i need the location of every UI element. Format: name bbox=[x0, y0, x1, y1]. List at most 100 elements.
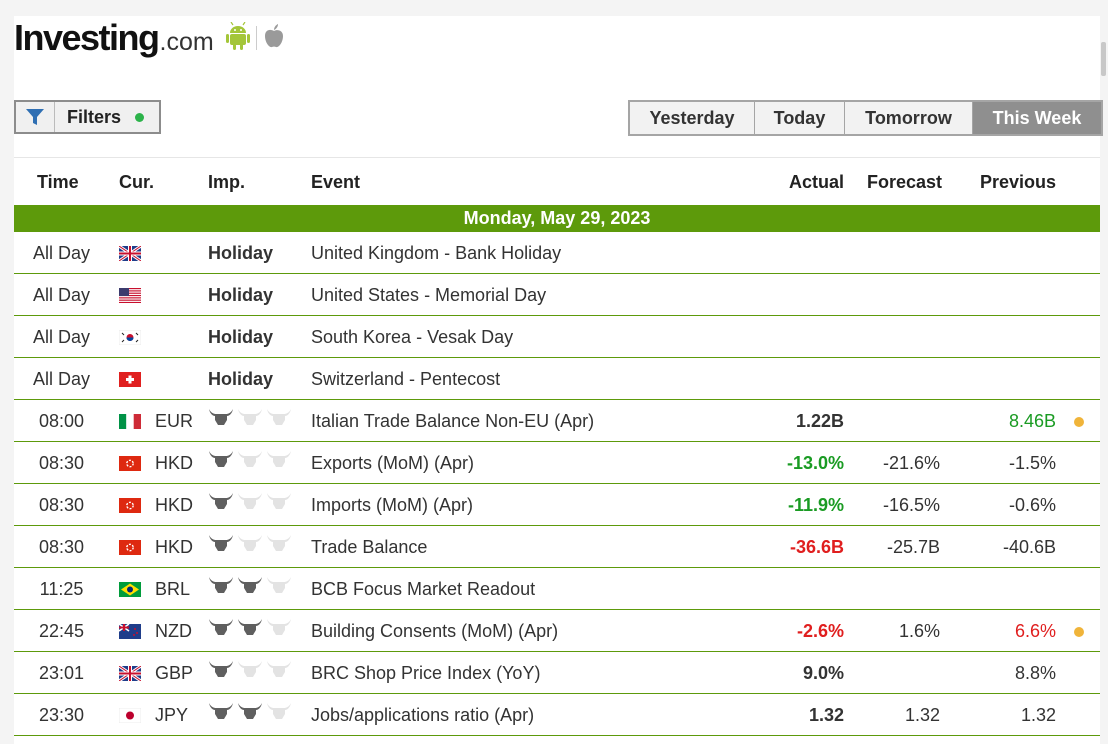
row-forecast: -25.7B bbox=[886, 537, 940, 557]
row-event[interactable]: Jobs/applications ratio (Apr) bbox=[311, 705, 534, 726]
revision-dot[interactable] bbox=[1074, 627, 1084, 637]
bull-icon bbox=[208, 701, 234, 726]
row-time: All Day bbox=[32, 327, 90, 347]
bull-icon bbox=[266, 533, 292, 558]
row-forecast: 1.6% bbox=[898, 621, 940, 641]
divider bbox=[255, 26, 257, 50]
row-currency: BRL bbox=[155, 579, 191, 599]
bull-icon bbox=[266, 491, 292, 516]
row-event[interactable]: BRC Shop Price Index (YoY) bbox=[311, 663, 540, 684]
funnel-icon bbox=[16, 102, 55, 132]
flag-us-icon bbox=[119, 287, 141, 308]
scrollbar[interactable] bbox=[1101, 42, 1106, 76]
table-row[interactable]: All Day Holiday Switzerland - Pentecost bbox=[14, 358, 1100, 400]
bull-icon bbox=[266, 449, 292, 474]
importance-rating bbox=[208, 533, 292, 558]
investing-logo[interactable]: Investing .com bbox=[14, 16, 285, 60]
row-event[interactable]: Exports (MoM) (Apr) bbox=[311, 453, 474, 474]
importance-rating bbox=[208, 575, 292, 600]
col-actual[interactable]: Actual bbox=[789, 172, 844, 193]
tab-tomorrow[interactable]: Tomorrow bbox=[845, 102, 973, 134]
table-row[interactable]: 08:00 EUR Italian Trade Balance Non-EU (Ap… bbox=[14, 400, 1100, 442]
row-previous: 8.8% bbox=[1014, 663, 1056, 683]
flag-hk-icon bbox=[119, 455, 141, 476]
filters-button[interactable]: Filters bbox=[14, 100, 161, 134]
row-event[interactable]: Trade Balance bbox=[311, 537, 427, 558]
row-forecast: -16.5% bbox=[882, 495, 940, 515]
tab-today[interactable]: Today bbox=[755, 102, 845, 134]
table-row[interactable]: 23:30 JPY Jobs/applications ratio (Apr) 1.3… bbox=[14, 694, 1100, 736]
col-currency[interactable]: Cur. bbox=[119, 172, 154, 193]
importance-rating bbox=[208, 617, 292, 642]
calendar-widget: Investing .com Filters Yesterday Today T… bbox=[14, 16, 1103, 744]
bull-icon bbox=[266, 701, 292, 726]
row-time: All Day bbox=[32, 285, 90, 305]
row-forecast: -21.6% bbox=[882, 453, 940, 473]
android-icon[interactable] bbox=[225, 21, 250, 55]
flag-kr-icon bbox=[118, 329, 142, 350]
row-previous: -0.6% bbox=[1008, 495, 1056, 515]
bull-icon bbox=[237, 449, 263, 474]
flag-br-icon bbox=[119, 581, 141, 602]
logo-suffix: .com bbox=[159, 27, 214, 56]
col-time[interactable]: Time bbox=[37, 172, 79, 193]
bull-icon bbox=[208, 659, 234, 684]
date-tabs: Yesterday Today Tomorrow This Week bbox=[628, 100, 1103, 136]
tab-this-week[interactable]: This Week bbox=[973, 102, 1101, 134]
table-row[interactable]: 22:45 NZD Building Consents (MoM) (Apr) -2.… bbox=[14, 610, 1100, 652]
bull-icon bbox=[237, 659, 263, 684]
row-time: 08:30 bbox=[38, 453, 85, 473]
bull-icon bbox=[208, 449, 234, 474]
table-row[interactable]: 11:25 BRL BCB Focus Market Readout bbox=[14, 568, 1100, 610]
row-actual: -2.6% bbox=[796, 621, 844, 641]
table-row[interactable]: All Day Holiday United States - Memorial D… bbox=[14, 274, 1100, 316]
importance-rating bbox=[208, 491, 292, 516]
row-actual: -13.0% bbox=[786, 453, 844, 473]
row-time: All Day bbox=[32, 369, 90, 389]
bull-icon bbox=[266, 575, 292, 600]
row-forecast: 1.32 bbox=[904, 705, 940, 725]
row-previous: 1.32 bbox=[1020, 705, 1056, 725]
logo-wordmark: Investing bbox=[14, 17, 160, 58]
row-event[interactable]: Italian Trade Balance Non-EU (Apr) bbox=[311, 411, 594, 432]
holiday-label: Holiday bbox=[208, 243, 274, 263]
table-row[interactable]: 08:30 HKD Exports (MoM) (Apr) -13.0% -21.6% -… bbox=[14, 442, 1100, 484]
revision-dot[interactable] bbox=[1074, 417, 1084, 427]
row-time: 23:01 bbox=[38, 663, 85, 683]
flag-hk-icon bbox=[119, 539, 141, 560]
row-actual: 1.22B bbox=[795, 411, 844, 431]
row-event[interactable]: BCB Focus Market Readout bbox=[311, 579, 535, 600]
bull-icon bbox=[237, 407, 263, 432]
col-importance[interactable]: Imp. bbox=[208, 172, 245, 193]
tab-yesterday[interactable]: Yesterday bbox=[630, 102, 755, 134]
bull-icon bbox=[266, 659, 292, 684]
flag-jp-icon bbox=[118, 707, 142, 728]
col-previous[interactable]: Previous bbox=[980, 172, 1056, 193]
apple-icon[interactable] bbox=[263, 23, 285, 54]
row-currency: HKD bbox=[155, 453, 194, 473]
row-time: 08:30 bbox=[38, 537, 85, 557]
row-event[interactable]: Building Consents (MoM) (Apr) bbox=[311, 621, 558, 642]
bull-icon bbox=[208, 533, 234, 558]
table-row[interactable]: All Day Holiday United Kingdom - Bank Holi… bbox=[14, 232, 1100, 274]
col-event[interactable]: Event bbox=[311, 172, 360, 193]
bull-icon bbox=[237, 701, 263, 726]
table-row[interactable]: 08:30 HKD Imports (MoM) (Apr) -11.9% -16.5% -… bbox=[14, 484, 1100, 526]
row-event[interactable]: Switzerland - Pentecost bbox=[311, 369, 500, 390]
row-time: 08:00 bbox=[38, 411, 85, 431]
row-currency: NZD bbox=[155, 621, 192, 641]
row-event[interactable]: South Korea - Vesak Day bbox=[311, 327, 513, 348]
row-time: 23:30 bbox=[38, 705, 85, 725]
filters-label: Filters bbox=[67, 106, 122, 127]
row-event[interactable]: United Kingdom - Bank Holiday bbox=[311, 243, 561, 264]
row-currency: JPY bbox=[155, 705, 189, 725]
row-currency: EUR bbox=[155, 411, 194, 431]
bull-icon bbox=[237, 491, 263, 516]
row-event[interactable]: Imports (MoM) (Apr) bbox=[311, 495, 473, 516]
col-forecast[interactable]: Forecast bbox=[867, 172, 942, 193]
table-row[interactable]: 08:30 HKD Trade Balance -36.6B -25.7B -40.6B bbox=[14, 526, 1100, 568]
row-event[interactable]: United States - Memorial Day bbox=[311, 285, 546, 306]
table-row[interactable]: 23:01 GBP BRC Shop Price Index (YoY) 9.0% 8.… bbox=[14, 652, 1100, 694]
bull-icon bbox=[208, 575, 234, 600]
table-row[interactable]: All Day Holiday South Korea - Vesak Day bbox=[14, 316, 1100, 358]
